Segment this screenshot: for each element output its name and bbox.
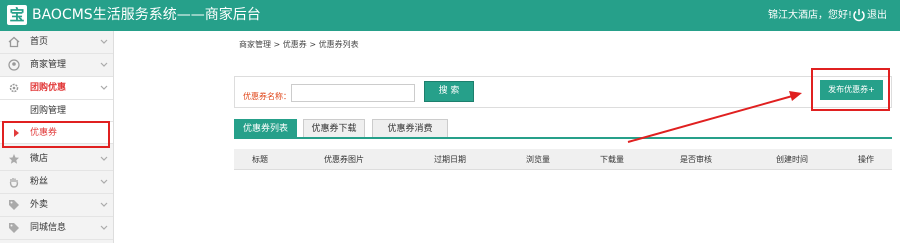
app-title: BAOCMS生活服务系统——商家后台 xyxy=(32,7,261,23)
search-label: 优惠券名称： xyxy=(243,92,291,101)
home-icon xyxy=(8,36,20,48)
search-button[interactable]: 搜 索 xyxy=(424,81,474,102)
chevron-down-icon xyxy=(100,62,108,67)
table-header: 标题 优惠券图片 过期日期 浏览量 下载量 是否审核 创建时间 操作 xyxy=(234,149,892,170)
top-bar: 宝 BAOCMS生活服务系统——商家后台 锦江大酒店，您好! 退出 xyxy=(0,0,900,31)
sidebar-item-label: 首页 xyxy=(30,37,49,47)
sidebar-item-microshop[interactable]: 微店 xyxy=(0,148,113,171)
tag-icon xyxy=(9,223,19,233)
coupon-name-input[interactable] xyxy=(291,84,415,102)
sidebar-subitem-groupbuy-manage[interactable]: 团购管理 xyxy=(0,100,113,122)
chevron-down-icon xyxy=(100,202,108,207)
sidebar-item-takeout[interactable]: 外卖 xyxy=(0,194,113,217)
chevron-down-icon xyxy=(100,225,108,230)
sidebar-item-label: 商家管理 xyxy=(30,60,67,70)
sidebar-item-label: 团购优惠 xyxy=(30,83,67,93)
sidebar-item-merchant[interactable]: 商家管理 xyxy=(0,54,113,77)
gear-icon xyxy=(9,83,19,93)
chevron-down-icon xyxy=(100,39,108,44)
logout-link[interactable]: 退出 xyxy=(867,10,887,22)
column-header: 创建时间 xyxy=(776,155,808,164)
sidebar-item-citylife[interactable]: 同城信息 xyxy=(0,217,113,240)
chevron-down-icon xyxy=(100,156,108,161)
tag-icon xyxy=(9,200,19,210)
column-header: 标题 xyxy=(252,155,268,164)
annotation-box-coupon xyxy=(2,121,110,148)
annotation-arrow xyxy=(627,91,802,143)
annotation-box-publish xyxy=(811,68,890,111)
power-icon[interactable] xyxy=(852,8,866,22)
column-header: 过期日期 xyxy=(434,155,466,164)
sidebar-item-label: 粉丝 xyxy=(30,177,49,187)
sidebar-item-groupbuy[interactable]: 团购优惠 xyxy=(0,77,113,100)
sidebar-item-label: 团购管理 xyxy=(30,106,67,116)
column-header: 优惠券图片 xyxy=(324,155,364,164)
column-header: 操作 xyxy=(858,155,874,164)
sidebar-item-label: 同城信息 xyxy=(30,223,67,233)
chevron-down-icon xyxy=(100,179,108,184)
tab-coupon-list[interactable]: 优惠券列表 xyxy=(234,119,297,137)
logo: 宝 xyxy=(7,5,27,25)
star-icon xyxy=(9,154,19,164)
user-icon xyxy=(8,59,20,71)
tab-coupon-download[interactable]: 优惠券下载 xyxy=(303,119,365,137)
user-greeting: 锦江大酒店，您好! xyxy=(768,10,853,21)
chevron-down-icon xyxy=(100,85,108,90)
column-header: 下载量 xyxy=(600,155,624,164)
hand-icon xyxy=(9,178,19,188)
sidebar-item-label: 外卖 xyxy=(30,200,49,210)
sidebar-item-home[interactable]: 首页 xyxy=(0,31,113,54)
breadcrumb: 商家管理 > 优惠券 > 优惠券列表 xyxy=(239,40,359,49)
tabs-underline xyxy=(234,137,892,139)
tab-coupon-consume[interactable]: 优惠券消费 xyxy=(372,119,448,137)
sidebar-item-fans[interactable]: 粉丝 xyxy=(0,171,113,194)
column-header: 是否审核 xyxy=(680,155,712,164)
column-header: 浏览量 xyxy=(526,155,550,164)
sidebar-item-label: 微店 xyxy=(30,154,49,164)
